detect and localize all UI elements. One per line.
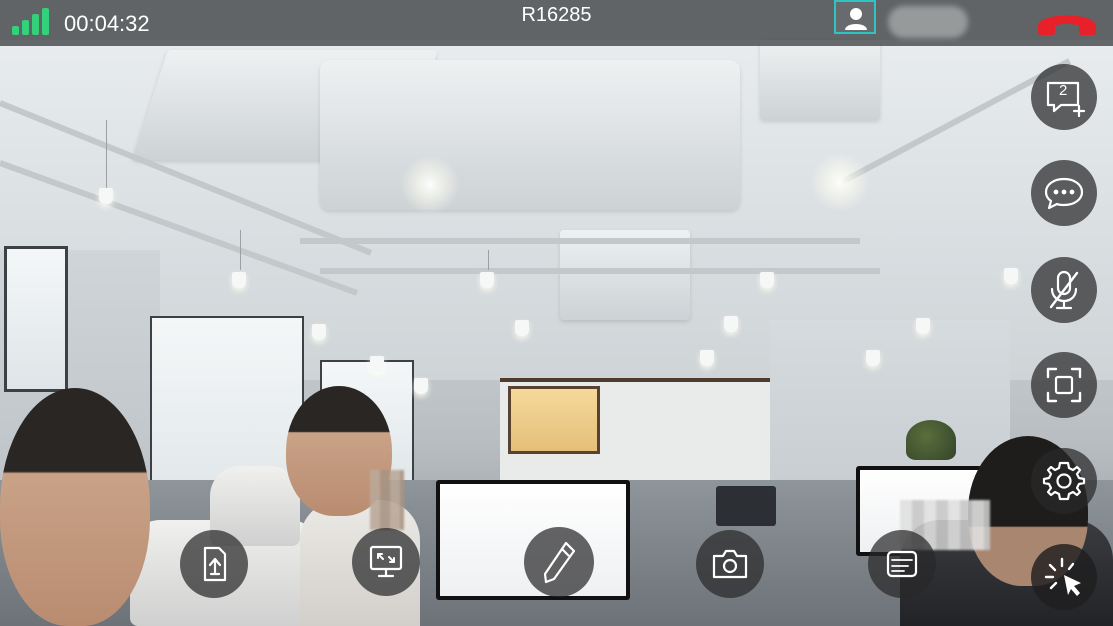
whiteboard-count: 2 [1059, 82, 1068, 99]
share-file-icon [203, 546, 227, 582]
hang-up-icon [1038, 15, 1096, 35]
screenshot-button[interactable] [1031, 352, 1097, 418]
annotate-button[interactable] [524, 527, 594, 597]
participant-name-blurred [888, 6, 968, 38]
gear-icon [1042, 461, 1086, 501]
microphone-button[interactable] [1031, 257, 1097, 323]
pen-annotate-icon [543, 541, 576, 584]
video-call-screen: 00:04:32 R16285 2 [0, 0, 1113, 626]
screen-capture-icon [1046, 367, 1082, 403]
ai-recognition-icon [886, 550, 918, 578]
cursor-pointer-icon [1044, 557, 1081, 596]
top-status-bar: 00:04:32 R16285 [0, 0, 1113, 46]
camera-snapshot-button[interactable] [696, 530, 764, 598]
settings-button[interactable] [1031, 448, 1097, 514]
screen-switch-button[interactable] [352, 528, 420, 596]
pointer-button[interactable] [1031, 544, 1097, 610]
chat-button[interactable] [1031, 160, 1097, 226]
share-file-button[interactable] [180, 530, 248, 598]
camera-icon [712, 549, 748, 579]
chat-bubble-icon [1044, 177, 1084, 210]
whiteboard-button[interactable]: 2 [1031, 64, 1097, 130]
hang-up-button[interactable] [1034, 4, 1100, 38]
ai-recognition-button[interactable] [868, 530, 936, 598]
participant-button[interactable] [834, 0, 876, 34]
screen-switch-icon [369, 545, 403, 578]
person-icon [845, 8, 867, 30]
microphone-muted-icon [1049, 270, 1079, 310]
